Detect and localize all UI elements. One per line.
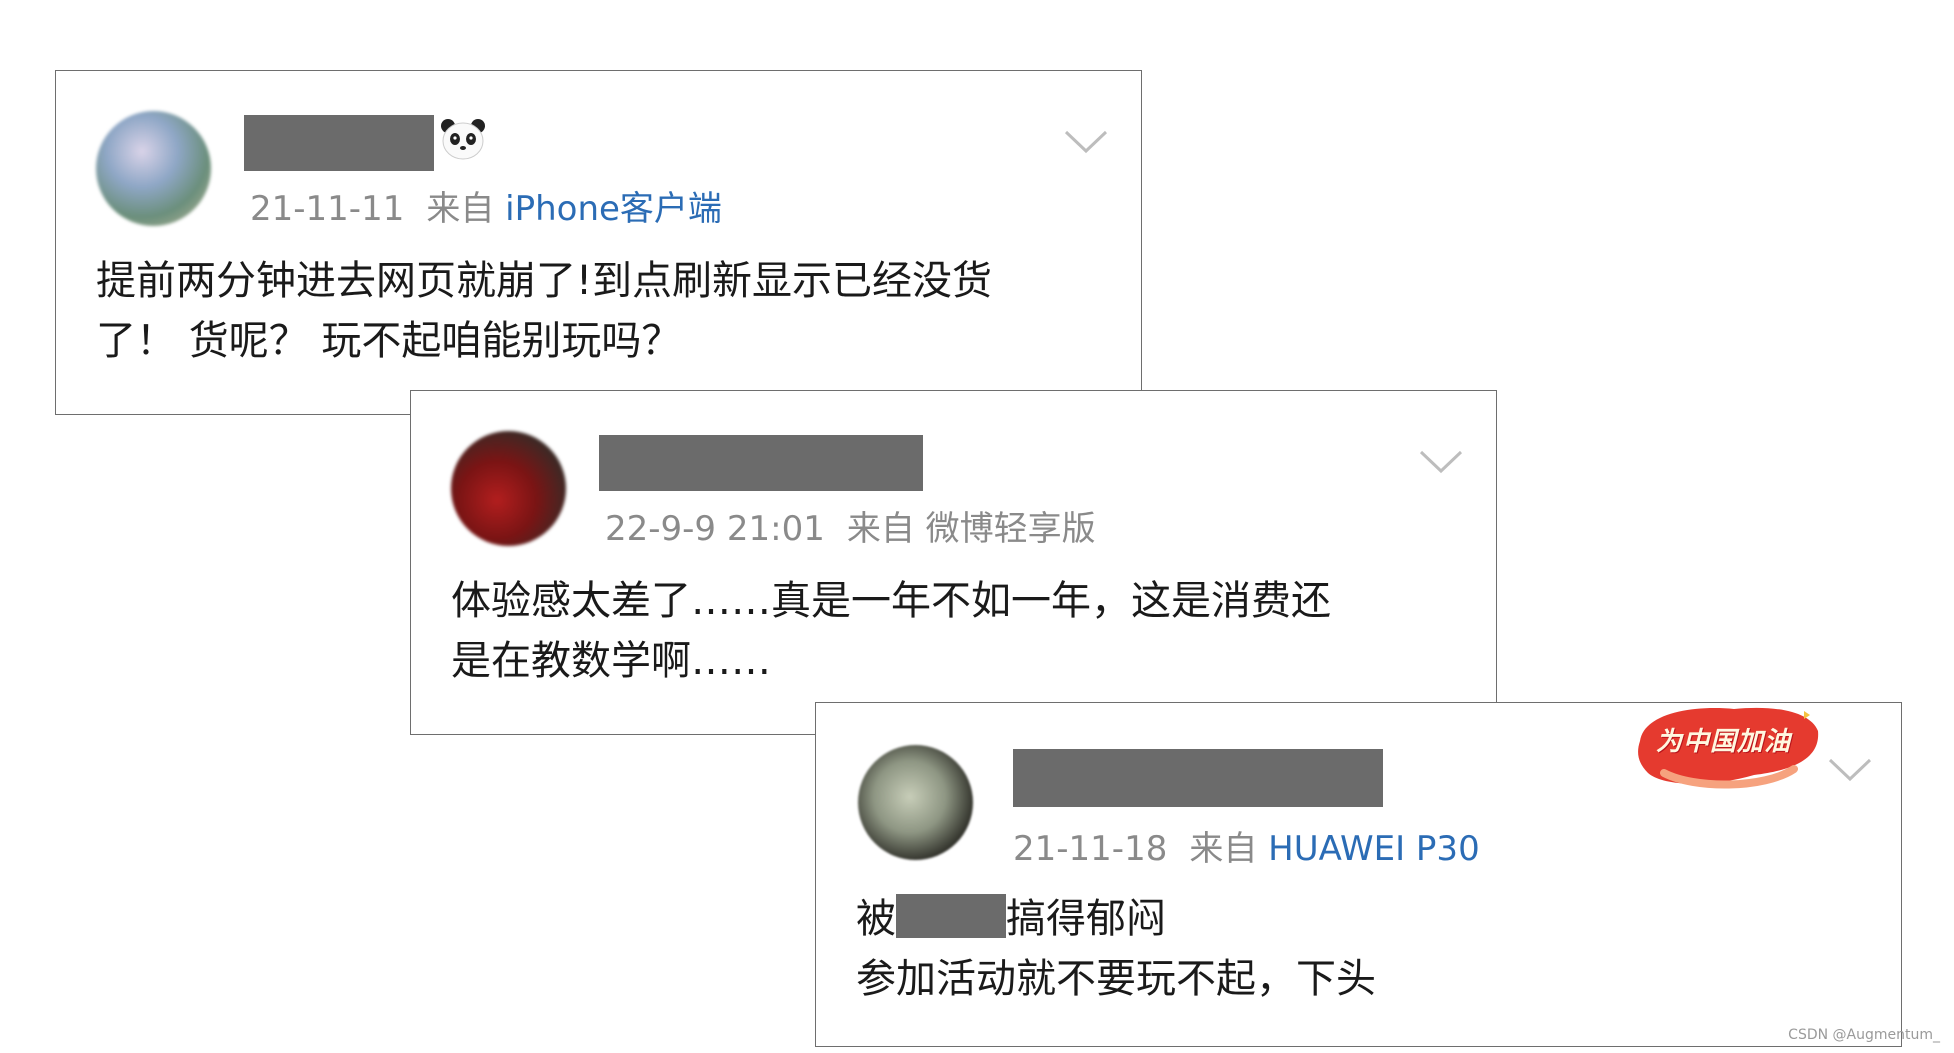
username-redacted[interactable] (244, 115, 434, 171)
comment-date: 21-11-11 (250, 189, 405, 229)
comment-text-line: 是在教数学啊…… (451, 638, 771, 684)
avatar[interactable] (858, 745, 973, 860)
source-link[interactable]: iPhone客户端 (505, 189, 722, 229)
comment-text-segment: 被 (856, 896, 896, 942)
source-link[interactable]: HUAWEI P30 (1268, 829, 1480, 869)
comment-text: 提前两分钟进去网页就崩了!到点刷新显示已经没货 了！ 货呢？ 玩不起咱能别玩吗？ (96, 251, 992, 371)
cheer-badge: 为中国加油 (1634, 703, 1824, 799)
comment-card-1: 21-11-11 来自 iPhone客户端 提前两分钟进去网页就崩了!到点刷新显示… (55, 70, 1142, 415)
comment-text-line: 体验感太差了……真是一年不如一年，这是消费还 (451, 578, 1331, 624)
comment-card-2: 22-9-9 21:01 来自 微博轻享版 体验感太差了……真是一年不如一年，这是… (410, 390, 1497, 735)
from-label: 来自 (1189, 829, 1258, 869)
comment-meta: 21-11-18 来自 HUAWEI P30 (1013, 821, 1480, 870)
comment-date: 22-9-9 21:01 (605, 509, 825, 549)
panda-emoji-icon (441, 119, 485, 160)
from-label: 来自 (426, 189, 495, 229)
badge-label: 为中国加油 (1656, 727, 1792, 757)
comment-text-segment: 搞得郁闷 (1006, 896, 1166, 942)
text-redacted (896, 894, 1006, 938)
comment-text-line: 被 搞得郁闷 (856, 889, 1376, 949)
source-link[interactable]: 微博轻享版 (926, 509, 1096, 549)
comment-meta: 22-9-9 21:01 来自 微博轻享版 (605, 501, 1096, 550)
comment-text: 体验感太差了……真是一年不如一年，这是消费还 是在教数学啊…… (451, 571, 1331, 691)
avatar[interactable] (96, 111, 211, 226)
username-redacted[interactable] (599, 435, 923, 491)
comment-card-3: 为中国加油 21-11-18 来自 HUAWEI P30 被 搞得郁闷 参加活动就不… (815, 702, 1902, 1047)
avatar[interactable] (451, 431, 566, 546)
from-label: 来自 (846, 509, 915, 549)
comment-text-line: 参加活动就不要玩不起，下头 (856, 956, 1376, 1002)
chevron-down-icon[interactable] (1419, 449, 1463, 475)
comment-text: 被 搞得郁闷 参加活动就不要玩不起，下头 (856, 889, 1376, 1009)
chevron-down-icon[interactable] (1064, 129, 1108, 155)
watermark: CSDN @Augmentum_ (1788, 1027, 1940, 1043)
comment-date: 21-11-18 (1013, 829, 1168, 869)
chevron-down-icon[interactable] (1828, 757, 1872, 783)
comment-text-line: 了！ 货呢？ 玩不起咱能别玩吗？ (96, 318, 682, 364)
comment-text-line: 提前两分钟进去网页就崩了!到点刷新显示已经没货 (96, 258, 993, 304)
username-redacted[interactable] (1013, 749, 1383, 807)
comment-meta: 21-11-11 来自 iPhone客户端 (250, 181, 722, 230)
